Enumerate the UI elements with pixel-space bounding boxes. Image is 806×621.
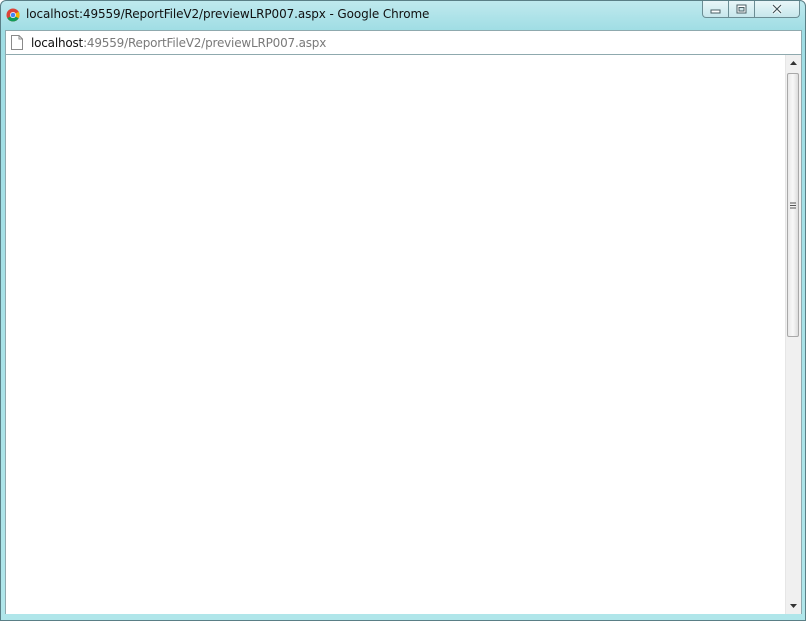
window-bottom-border: [1, 612, 805, 620]
scroll-up-arrow-icon: [790, 61, 797, 65]
caption-buttons: [702, 1, 800, 21]
address-bar[interactable]: localhost:49559/ReportFileV2/previewLRP0…: [5, 30, 802, 55]
maximize-icon: [736, 4, 747, 14]
scroll-up-button[interactable]: [786, 55, 801, 71]
window-title: localhost:49559/ReportFileV2/previewLRP0…: [26, 7, 430, 21]
page-content: [5, 55, 802, 614]
maximize-button[interactable]: [729, 1, 755, 18]
scroll-down-arrow-icon: [790, 604, 797, 608]
url-path: :49559/ReportFileV2/previewLRP007.aspx: [83, 36, 327, 50]
chrome-logo-icon: [6, 8, 20, 22]
page-icon: [11, 35, 23, 50]
title-bar[interactable]: localhost:49559/ReportFileV2/previewLRP0…: [1, 1, 805, 29]
browser-window: localhost:49559/ReportFileV2/previewLRP0…: [0, 0, 806, 621]
vertical-scrollbar[interactable]: [785, 55, 801, 614]
url-host: localhost: [31, 36, 84, 50]
url-text: localhost:49559/ReportFileV2/previewLRP0…: [31, 36, 326, 50]
close-icon: [771, 4, 783, 14]
scroll-grip-icon: [790, 202, 796, 208]
close-button[interactable]: [755, 1, 800, 18]
scroll-thumb[interactable]: [787, 73, 799, 337]
minimize-icon: [710, 9, 721, 13]
minimize-button[interactable]: [702, 1, 729, 18]
